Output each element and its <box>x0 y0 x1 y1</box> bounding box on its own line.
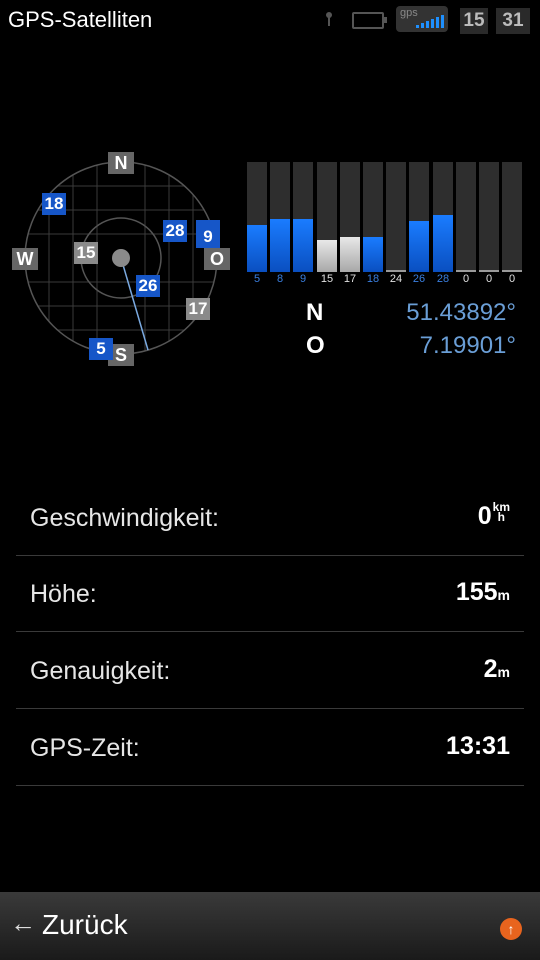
height-value: 155 <box>455 578 498 606</box>
signal-bar-fill <box>363 237 383 272</box>
signal-strength-chart: 5 8 9 15 17 18 24 26 28 0 0 0 <box>247 162 523 288</box>
accuracy-label: Genauigkeit: <box>30 657 171 685</box>
height-label: Höhe: <box>30 580 97 608</box>
clock-hour: 15 <box>460 8 488 34</box>
signal-bar-fill <box>293 219 313 272</box>
latitude-letter: N <box>306 299 324 326</box>
signal-bar-track <box>247 162 267 272</box>
compass-west-label: W <box>12 248 38 270</box>
signal-bar-track <box>340 162 360 272</box>
signal-bar-label: 24 <box>389 273 403 285</box>
skyplot-grid <box>24 161 218 355</box>
signal-bar-label: 0 <box>462 273 470 285</box>
signal-bar-label: 8 <box>276 273 284 285</box>
signal-bar-label: 17 <box>343 273 357 285</box>
signal-bar-label: 26 <box>412 273 426 285</box>
gps-time-value: 13:31 <box>446 732 510 760</box>
signal-bar-fill <box>479 270 499 272</box>
signal-bar-fill <box>456 270 476 272</box>
speed-unit-bottom: h <box>497 510 505 524</box>
speed-label: Geschwindigkeit: <box>30 504 219 532</box>
bottom-toolbar: ← Zurück ↑ <box>0 892 540 960</box>
signal-bar-label: 5 <box>253 273 261 285</box>
speed-value: 0 <box>477 502 492 530</box>
accuracy-value: 2 <box>483 655 498 683</box>
satellite-marker: 17 <box>186 298 210 320</box>
compass-north-label: N <box>108 152 134 174</box>
notification-icon[interactable]: ↑ <box>500 918 522 940</box>
row-divider <box>16 631 524 632</box>
signal-bar-label: 28 <box>436 273 450 285</box>
satellite-marker: 18 <box>42 193 66 215</box>
signal-bar-fill <box>386 270 406 272</box>
clock-minute: 31 <box>496 8 530 34</box>
signal-bar-track <box>409 162 429 272</box>
back-button-label: Zurück <box>42 909 128 940</box>
signal-bar-track <box>386 162 406 272</box>
gps-badge-label: gps <box>400 7 418 19</box>
satellite-marker: 26 <box>136 275 160 297</box>
height-value-group: 155m <box>456 578 510 607</box>
signal-bar-track <box>270 162 290 272</box>
satellite-marker: 28 <box>163 220 187 242</box>
signal-bar-label: 0 <box>485 273 493 285</box>
height-unit: m <box>497 587 510 603</box>
compass-east-label: O <box>204 248 230 270</box>
gps-signal-icon: gps <box>396 6 448 32</box>
signal-bar-label: 0 <box>508 273 516 285</box>
signal-bar-fill <box>247 225 267 272</box>
satellite-skyplot: N S W O 18 15 28 9 26 17 5 <box>10 150 235 366</box>
signal-bar-fill <box>340 237 360 272</box>
latitude-value: 51.43892° <box>406 299 516 326</box>
speed-value-group: 0km h <box>477 501 510 531</box>
row-divider <box>16 785 524 786</box>
accuracy-unit: m <box>497 664 510 680</box>
height-row: Höhe: 155m <box>16 556 524 632</box>
gps-time-label: GPS-Zeit: <box>30 734 140 762</box>
signal-bar-track <box>456 162 476 272</box>
signal-bar-fill <box>270 219 290 272</box>
signal-bar-track <box>363 162 383 272</box>
longitude-letter: O <box>306 332 325 359</box>
signal-bar-fill <box>317 240 337 272</box>
signal-bar-fill <box>502 270 522 272</box>
satellite-marker: 9 <box>196 220 220 248</box>
signal-bar-track <box>433 162 453 272</box>
battery-icon <box>352 12 387 29</box>
signal-bar-track <box>293 162 313 272</box>
status-bar: GPS-Satelliten gps 15 31 <box>0 0 540 40</box>
back-arrow-icon: ← <box>10 908 36 938</box>
signal-bar-fill <box>433 215 453 272</box>
app-title: GPS-Satelliten <box>8 7 153 32</box>
signal-bar-label: 9 <box>299 273 307 285</box>
signal-bar-track <box>502 162 522 272</box>
speed-row: Geschwindigkeit: 0km h <box>16 480 524 556</box>
accuracy-row: Genauigkeit: 2m <box>16 633 524 709</box>
gps-time-row: GPS-Zeit: 13:31 <box>16 710 524 786</box>
accuracy-value-group: 2m <box>484 655 510 684</box>
signal-bar-track <box>317 162 337 272</box>
speed-unit: km h <box>493 501 510 524</box>
signal-bar-label: 15 <box>320 273 334 285</box>
longitude-value: 7.19901° <box>419 332 516 359</box>
satellite-marker: 15 <box>74 242 98 264</box>
satellite-marker: 5 <box>89 338 113 360</box>
row-divider <box>16 708 524 709</box>
back-button[interactable]: ← Zurück <box>0 892 200 960</box>
signal-bar-track <box>479 162 499 272</box>
signal-bar-fill <box>409 221 429 272</box>
signal-bar-label: 18 <box>366 273 380 285</box>
antenna-icon <box>326 12 332 26</box>
